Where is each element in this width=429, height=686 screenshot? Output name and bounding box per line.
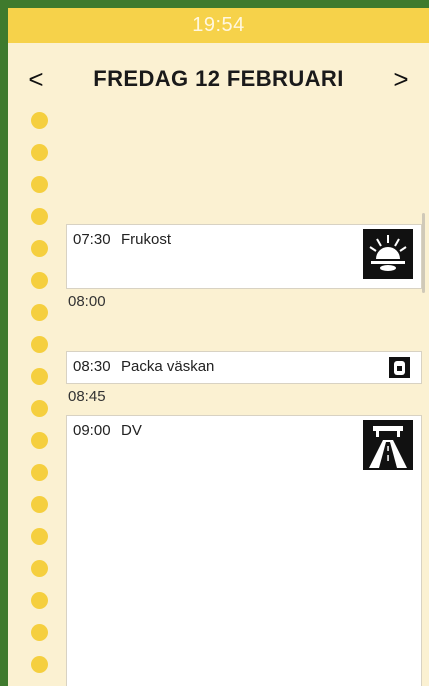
timeline-dots bbox=[31, 104, 51, 686]
status-bar: 19:54 bbox=[8, 8, 429, 43]
timeline-dot bbox=[31, 464, 48, 481]
timeline-dot bbox=[31, 560, 48, 577]
timeline-dot bbox=[31, 144, 48, 161]
event-time: 07:30 bbox=[73, 231, 111, 248]
scrollbar[interactable] bbox=[422, 213, 425, 293]
event-card-frukost[interactable]: 07:30 Frukost bbox=[66, 224, 422, 289]
road-icon bbox=[363, 420, 413, 470]
event-time: 08:30 bbox=[73, 358, 111, 375]
event-title: Packa väskan bbox=[121, 358, 215, 375]
timeline-dot bbox=[31, 400, 48, 417]
timeline-dot bbox=[31, 432, 48, 449]
day-title: FREDAG 12 FEBRUARI bbox=[93, 66, 344, 91]
timeline-dot bbox=[31, 208, 48, 225]
timeline-dot bbox=[31, 336, 48, 353]
time-marker: 08:00 bbox=[68, 293, 106, 310]
timeline-dot bbox=[31, 624, 48, 641]
day-header: < FREDAG 12 FEBRUARI > bbox=[8, 43, 429, 115]
next-day-button[interactable]: > bbox=[381, 43, 421, 115]
time-marker: 08:45 bbox=[68, 388, 106, 405]
backpack-icon bbox=[389, 357, 410, 378]
event-time: 09:00 bbox=[73, 422, 111, 439]
timeline-dot bbox=[31, 656, 48, 673]
event-title: DV bbox=[121, 422, 142, 439]
timeline-dot bbox=[31, 176, 48, 193]
timeline-dot bbox=[31, 528, 48, 545]
timeline-dot bbox=[31, 368, 48, 385]
event-card-dv[interactable]: 09:00 DV bbox=[66, 415, 422, 686]
device-frame: 19:54 < FREDAG 12 FEBRUARI > 07:30 Fruko… bbox=[0, 0, 429, 686]
timeline-dot bbox=[31, 240, 48, 257]
app-screen: 19:54 < FREDAG 12 FEBRUARI > 07:30 Fruko… bbox=[8, 8, 429, 686]
timeline-dot bbox=[31, 496, 48, 513]
timeline-dot bbox=[31, 112, 48, 129]
timeline-dot bbox=[31, 272, 48, 289]
clock-time: 19:54 bbox=[192, 14, 245, 36]
timeline-dot bbox=[31, 304, 48, 321]
timeline-dot bbox=[31, 592, 48, 609]
event-title: Frukost bbox=[121, 231, 172, 248]
sunrise-icon bbox=[363, 229, 413, 279]
event-card-packa-vaskan[interactable]: 08:30 Packa väskan bbox=[66, 351, 422, 384]
